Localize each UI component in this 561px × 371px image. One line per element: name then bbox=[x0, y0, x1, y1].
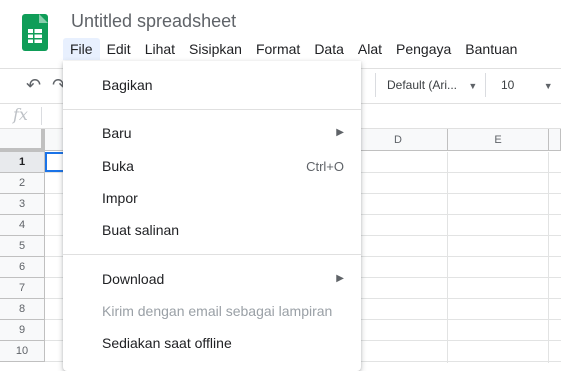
row-header[interactable]: 8 bbox=[0, 299, 45, 320]
menu-divider bbox=[63, 109, 361, 110]
row-header[interactable]: 1 bbox=[0, 152, 45, 173]
row-header[interactable]: 2 bbox=[0, 173, 45, 194]
column-header-f[interactable] bbox=[549, 129, 561, 151]
chevron-right-icon: ▶ bbox=[336, 127, 344, 138]
row-header[interactable]: 9 bbox=[0, 320, 45, 341]
menu-item-offline[interactable]: Sediakan saat offline bbox=[63, 327, 361, 359]
menu-item-make-copy[interactable]: Buat salinan bbox=[63, 214, 361, 246]
menu-view[interactable]: Lihat bbox=[138, 38, 182, 60]
document-title[interactable]: Untitled spreadsheet bbox=[71, 11, 236, 32]
select-all-corner[interactable] bbox=[0, 129, 45, 152]
menu-item-label: Kirim dengan email sebagai lampiran bbox=[102, 303, 333, 319]
toolbar-divider bbox=[375, 73, 376, 97]
column-header-d[interactable]: D bbox=[349, 129, 448, 151]
file-menu: Bagikan Baru ▶ Buka Ctrl+O Impor Buat sa… bbox=[63, 61, 361, 371]
menu-item-label: Buka bbox=[102, 158, 134, 174]
sheets-logo[interactable] bbox=[22, 14, 48, 51]
menu-item-share[interactable]: Bagikan bbox=[63, 69, 361, 101]
undo-icon[interactable]: ↶ bbox=[26, 75, 41, 96]
menu-insert[interactable]: Sisipkan bbox=[182, 38, 249, 60]
chevron-down-icon: ▼ bbox=[543, 81, 553, 91]
font-size-dropdown[interactable]: 10 ▼ bbox=[501, 78, 553, 92]
menu-tools[interactable]: Alat bbox=[351, 38, 389, 60]
row-header[interactable]: 7 bbox=[0, 278, 45, 299]
menu-item-label: Baru bbox=[102, 125, 132, 141]
fx-icon: fx bbox=[13, 105, 28, 124]
menu-item-download[interactable]: Download ▶ bbox=[63, 263, 361, 295]
column-header-e[interactable]: E bbox=[448, 129, 549, 151]
logo-fold bbox=[39, 14, 48, 23]
row-header[interactable]: 5 bbox=[0, 236, 45, 257]
menu-item-label: Sediakan saat offline bbox=[102, 335, 232, 351]
menu-item-label: Download bbox=[102, 271, 165, 287]
selected-cell[interactable] bbox=[45, 152, 65, 172]
menu-item-import[interactable]: Impor bbox=[63, 182, 361, 214]
font-size-value: 10 bbox=[501, 78, 515, 92]
menu-item-new[interactable]: Baru ▶ bbox=[63, 117, 361, 149]
row-header[interactable]: 6 bbox=[0, 257, 45, 278]
menu-bar: File Edit Lihat Sisipkan Format Data Ala… bbox=[63, 38, 524, 60]
row-header[interactable]: 10 bbox=[0, 341, 45, 362]
font-family-value: Default (Ari... bbox=[387, 78, 458, 92]
font-family-dropdown[interactable]: Default (Ari... ▼ bbox=[387, 78, 477, 92]
menu-item-label: Bagikan bbox=[102, 77, 153, 93]
chevron-right-icon: ▶ bbox=[336, 273, 344, 284]
menu-item-label: Buat salinan bbox=[102, 222, 180, 238]
chevron-down-icon: ▼ bbox=[468, 81, 478, 91]
menu-help[interactable]: Bantuan bbox=[458, 38, 524, 60]
row-header[interactable]: 4 bbox=[0, 215, 45, 236]
menu-file[interactable]: File bbox=[63, 38, 100, 60]
menu-edit[interactable]: Edit bbox=[100, 38, 138, 60]
menu-divider bbox=[63, 254, 361, 255]
logo-grid-icon bbox=[28, 29, 42, 43]
menu-format[interactable]: Format bbox=[249, 38, 307, 60]
menu-addons[interactable]: Pengaya bbox=[389, 38, 458, 60]
menu-item-open[interactable]: Buka Ctrl+O bbox=[63, 150, 361, 182]
row-header[interactable]: 3 bbox=[0, 194, 45, 215]
toolbar-divider bbox=[485, 73, 486, 97]
menu-data[interactable]: Data bbox=[307, 38, 351, 60]
formula-divider bbox=[41, 107, 42, 125]
menu-item-email-attachment: Kirim dengan email sebagai lampiran bbox=[63, 295, 361, 327]
menu-item-label: Impor bbox=[102, 190, 138, 206]
shortcut-label: Ctrl+O bbox=[306, 159, 344, 174]
